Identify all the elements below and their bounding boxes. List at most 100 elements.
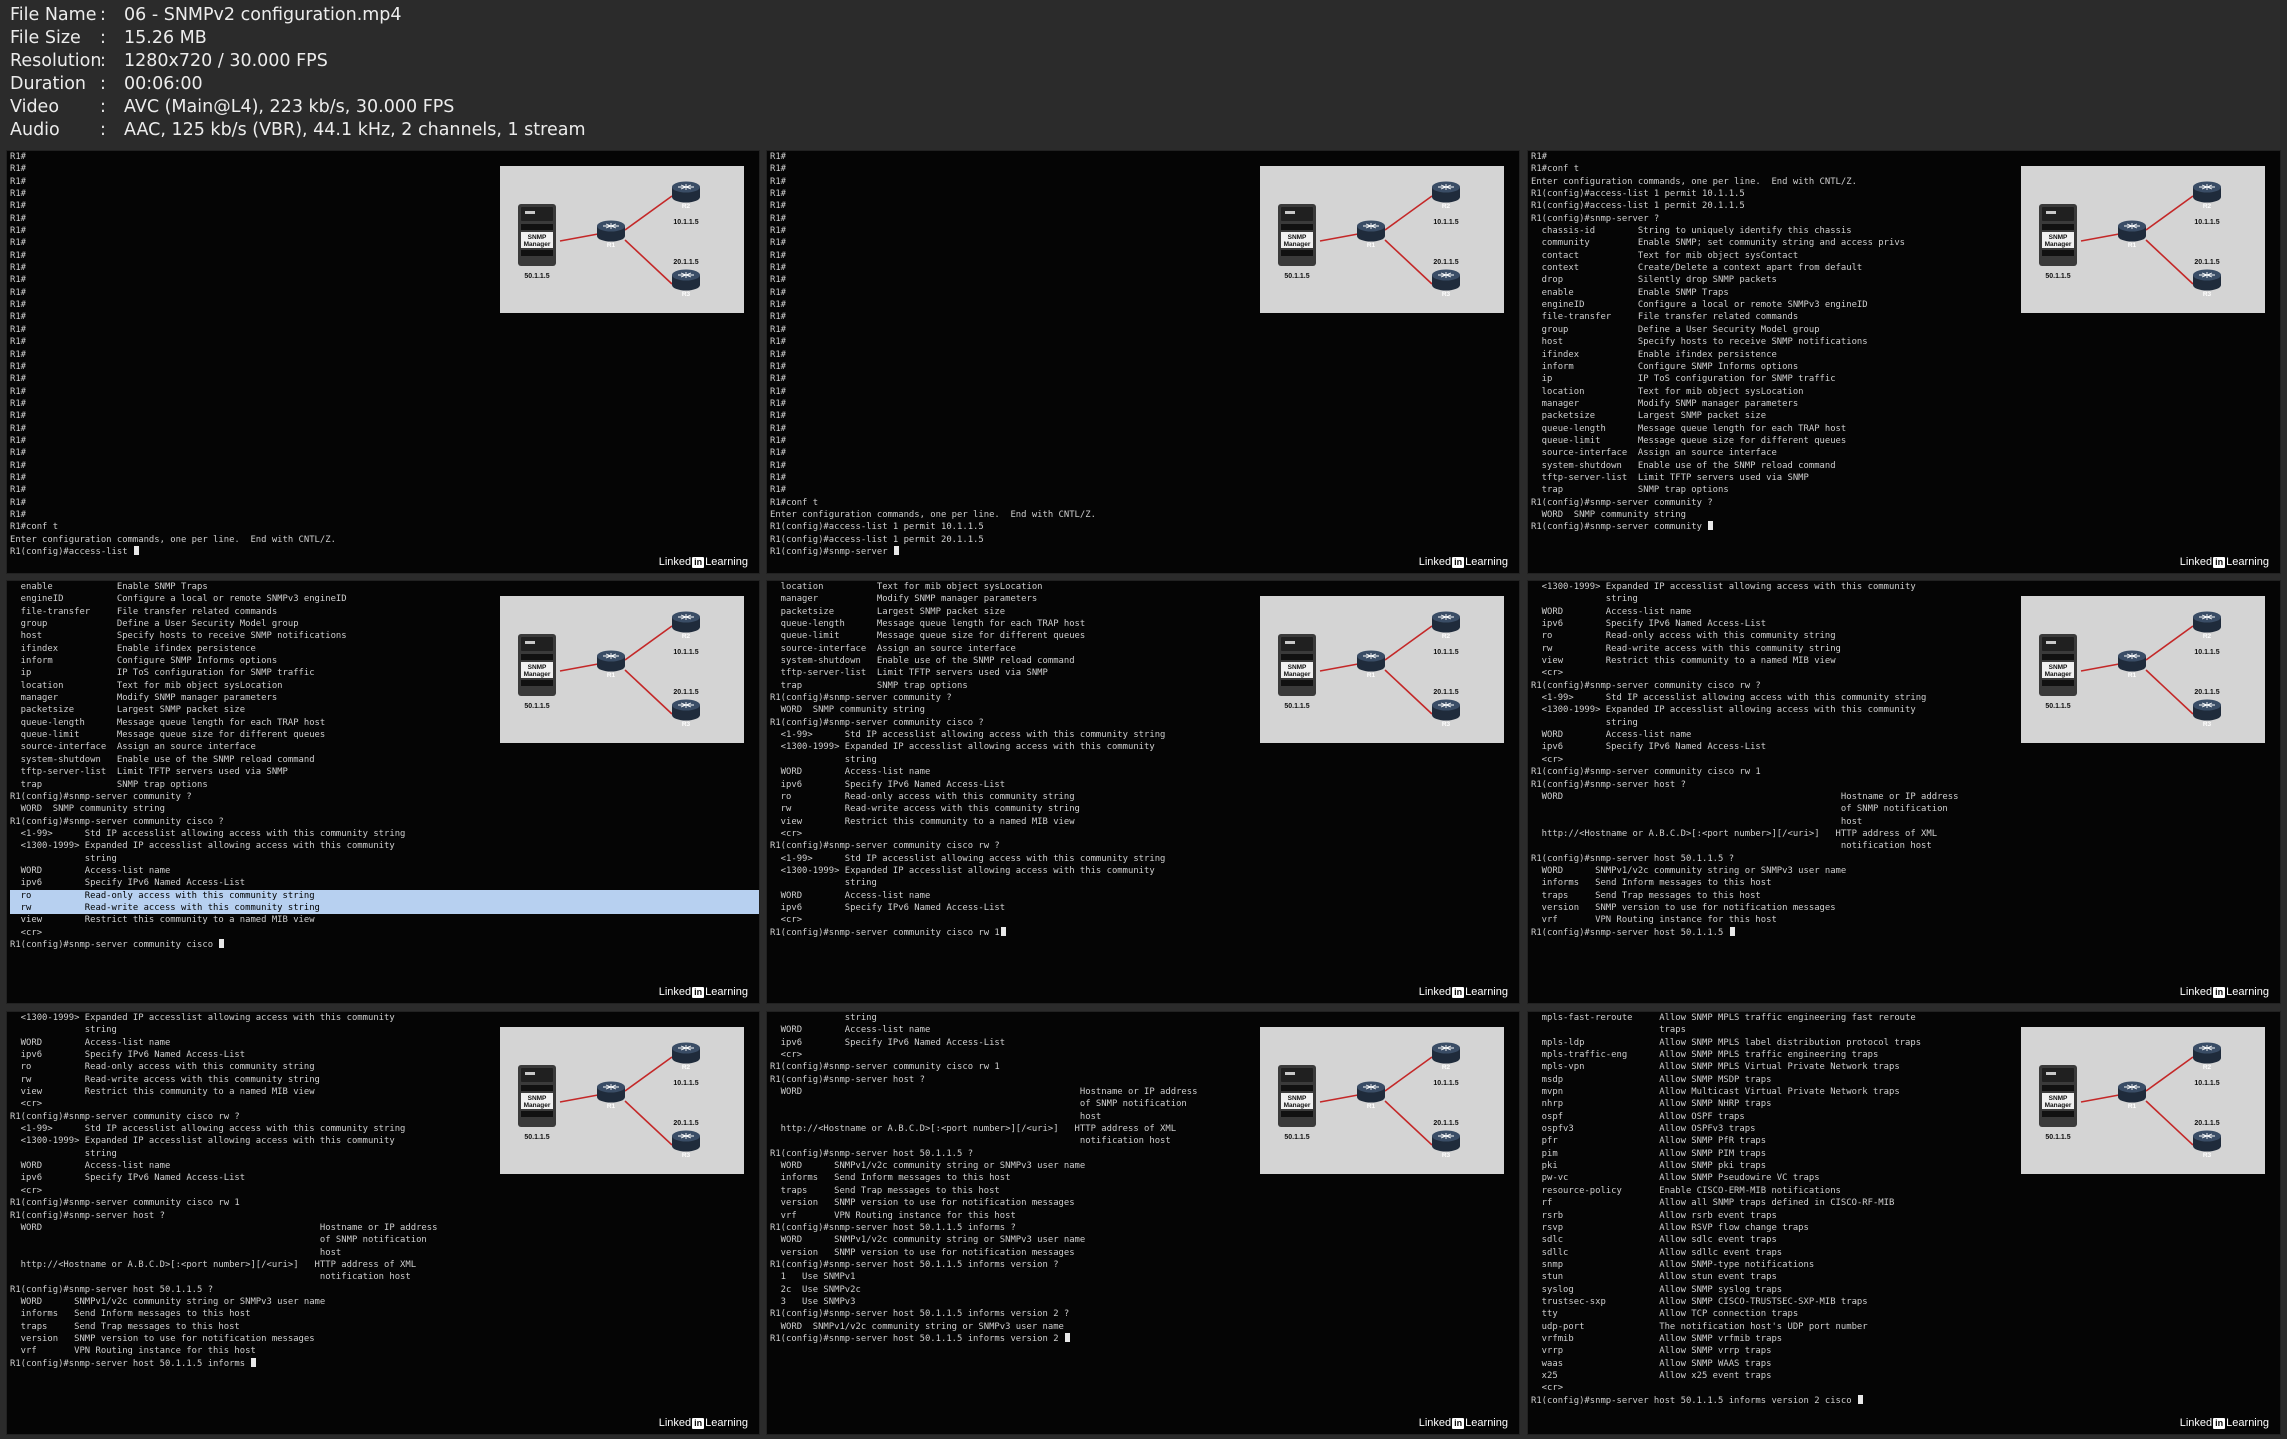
router-icon-r2 [2193,1042,2221,1064]
terminal-line: R1(config)#snmp-server [770,546,1519,558]
network-diagram: SNMP Manager 50.1.1.5 R1 R2 10.1.1.5 20.… [1260,596,1504,743]
terminal-line: string [770,754,877,765]
brand-in-box: in [2213,986,2226,998]
terminal-line: R1# [10,509,27,520]
terminal-line: traps Send Trap messages to this host [770,1185,1000,1196]
terminal-line: R1(config)#snmp-server host 50.1.1.5 inf… [770,1332,1519,1345]
terminal-line: R1(config)#snmp-server community cisco r… [1531,767,1761,778]
info-colon: : [100,120,106,140]
r2-ip-label: 10.1.1.5 [673,1080,698,1087]
router-label-r1: R1 [2128,672,2137,679]
terminal-line: R1# [10,361,27,372]
manager-ip-label: 50.1.1.5 [524,1134,549,1141]
router-icon-r1 [1357,650,1385,672]
info-row-audio: Audio: AAC, 125 kb/s (VBR), 44.1 kHz, 2 c… [10,119,586,142]
terminal-line: sdlc Allow sdlc event traps [1531,1235,1777,1246]
terminal-line: string [770,1013,877,1023]
terminal-cursor [1000,926,1006,936]
r2-ip-label: 10.1.1.5 [673,219,698,226]
network-diagram: SNMP Manager 50.1.1.5 R1 R2 10.1.1.5 20.… [2021,1027,2265,1174]
router-icon-r3 [1432,699,1460,721]
info-colon: : [100,5,106,25]
r3-ip-label: 20.1.1.5 [673,689,698,696]
terminal-prompt: R1(config)#snmp-server host 50.1.1.5 inf… [10,1358,251,1369]
terminal-line: R1# [10,423,27,434]
terminal-line: R1# [770,423,787,434]
terminal-line: host [10,1247,342,1258]
brand-learning: Learning [705,1417,748,1429]
terminal-line: R1(config)#snmp-server host 50.1.1.5 inf… [770,1222,1016,1233]
brand-linked: Linked [2179,986,2213,998]
router-icon-r1 [2118,1081,2146,1103]
router-icon-r3 [1432,1130,1460,1152]
terminal-line: tty Allow TCP connection traps [1531,1309,1799,1320]
r3-ip-label: 20.1.1.5 [2194,259,2219,266]
terminal-line: source-interface Assign an source interf… [10,742,256,753]
linkedin-learning-logo: Linked in Learning [659,1417,748,1429]
router-label-r2: R2 [1442,203,1451,210]
router-label-r1: R1 [1367,242,1376,249]
r3-ip-label: 20.1.1.5 [1433,1120,1458,1127]
info-row-file-name: File Name:06 - SNMPv2 configuration.mp4 [10,4,586,27]
terminal-line: <cr> [770,915,803,926]
terminal-line: Enter configuration commands, one per li… [770,509,1096,520]
manager-label-line1: SNMP [528,234,547,241]
terminal-line: trustsec-sxp Allow SNMP CISCO-TRUSTSEC-S… [1531,1296,1868,1307]
brand-in-box: in [1452,556,1465,568]
terminal-line: version SNMP version to use for notifica… [1531,902,1836,913]
router-label-r2: R2 [682,203,691,210]
brand-linked: Linked [658,556,692,568]
brand-linked: Linked [2179,1417,2213,1429]
terminal-line: R1(config)#snmp-server host ? [10,1210,165,1221]
manager-ip-label: 50.1.1.5 [1284,703,1309,710]
terminal-line: R1# [770,361,787,372]
terminal-line: traps Send Trap messages to this host [10,1321,240,1332]
manager-label-line2: Manager [1284,241,1311,248]
terminal-line: host [1531,816,1863,827]
terminal-line: R1# [770,312,787,323]
router-icon-r1 [1357,220,1385,242]
manager-ip-label: 50.1.1.5 [524,273,549,280]
terminal-line: <1300-1999> Expanded IP accesslist allow… [10,1013,395,1023]
terminal-line: R1(config)#snmp-server community ? [1531,497,1713,508]
router-icon-r3 [2193,269,2221,291]
info-colon: : [100,74,106,94]
info-label: Audio [10,120,60,140]
terminal-line: rw Read-write access with this community… [10,901,759,915]
terminal-line: R1#conf t [10,522,59,533]
manager-label-line1: SNMP [2049,664,2068,671]
manager-label-line2: Manager [1284,1102,1311,1109]
terminal-line: R1# [770,152,787,162]
terminal-line: <cr> [10,1185,43,1196]
manager-label-line2: Manager [524,241,551,248]
terminal-cursor [133,546,139,555]
terminal-line: WORD Access-list name [770,767,931,778]
thumbnail-grid: R1# R1# R1# R1# R1# R1# R1# R1# R1# R1# R1# R1# R1# R… [6,150,2284,1436]
terminal-line: R1# [10,448,27,459]
router-label-r3: R3 [682,1152,691,1159]
router-label-r3: R3 [2203,1152,2212,1159]
router-icon-r2 [2193,181,2221,203]
terminal-line: ipv6 Specify IPv6 Named Access-List [770,902,1006,913]
terminal-line: 2c Use SNMPv2c [770,1284,861,1295]
terminal-line: queue-length Message queue length for ea… [1531,423,1847,434]
router-icon-r1 [2118,650,2146,672]
info-label: File Name [10,5,97,25]
terminal-cursor [1729,926,1735,936]
manager-label-line1: SNMP [2049,234,2068,241]
terminal-line: snmp Allow SNMP-type notifications [1531,1259,1815,1270]
terminal-line: ip IP ToS configuration for SNMP traffic [1531,374,1836,385]
manager-label-line1: SNMP [528,1095,547,1102]
router-label-r3: R3 [1442,1152,1451,1159]
terminal-line: rsrb Allow rsrb event traps [1531,1210,1777,1221]
manager-label-line2: Manager [2045,671,2072,678]
terminal-line: rsvp Allow RSVP flow change traps [1531,1222,1809,1233]
terminal-line: R1(config)#access-list 1 permit 10.1.1.5 [770,522,984,533]
terminal-line: <1300-1999> Expanded IP accesslist allow… [10,841,395,852]
terminal-line: R1# [10,337,27,348]
router-label-r2: R2 [2203,633,2212,640]
terminal-line: <1300-1999> Expanded IP accesslist allow… [770,742,1155,753]
terminal-line: R1# [10,460,27,471]
terminal-line: notification host [10,1272,411,1283]
terminal-line: http://<Hostname or A.B.C.D>[:<port numb… [1531,828,1938,839]
